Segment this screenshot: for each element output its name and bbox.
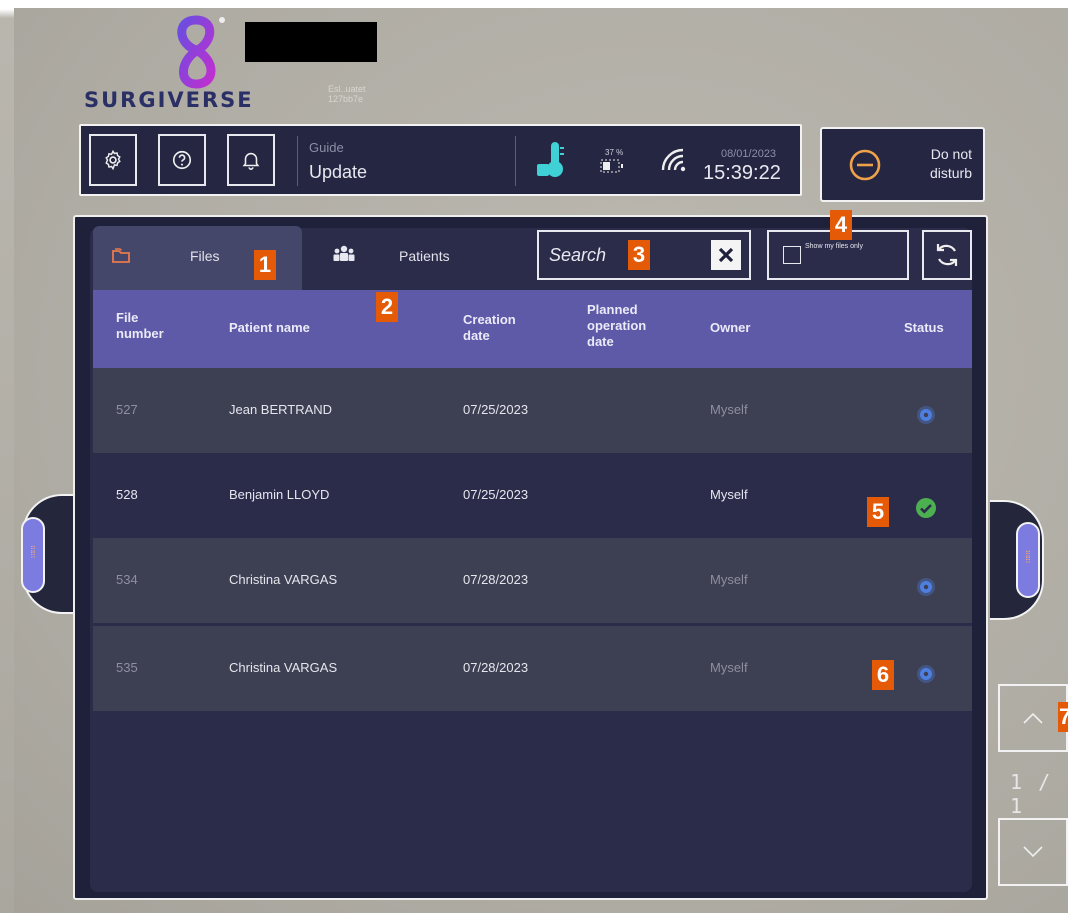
- cell-owner: Myself: [710, 487, 748, 502]
- group-icon: [333, 245, 355, 261]
- battery-percent: 37 %: [605, 148, 624, 157]
- guide-value: Update: [309, 162, 368, 182]
- cell-creation-date: 07/28/2023: [463, 572, 529, 587]
- in-progress-gear-icon: [917, 665, 935, 683]
- surgiverse-logo-icon: [177, 15, 225, 89]
- redacted-block: [245, 22, 377, 62]
- right-drag-handle[interactable]: ⠿ ⠿: [1016, 522, 1040, 598]
- guide-label: Guide: [309, 140, 344, 155]
- table-row[interactable]: 534 Christina VARGAS 07/28/2023 Myself: [93, 538, 972, 623]
- close-icon: [718, 247, 734, 263]
- wifi-signal-icon: [661, 148, 686, 172]
- brand-subtext: Esl..uatet 127bb7e: [328, 84, 366, 104]
- in-progress-gear-icon: [917, 406, 935, 424]
- in-progress-gear-icon: [917, 578, 935, 596]
- cell-owner: Myself: [710, 660, 748, 675]
- brand-name: SURGIVERSE: [84, 88, 254, 112]
- header-patient-name[interactable]: Patient name: [229, 320, 310, 336]
- cell-file-number: 535: [116, 660, 138, 675]
- header-creation-date[interactable]: Creation date: [463, 312, 538, 344]
- tab-patients[interactable]: Patients: [302, 226, 502, 286]
- clock-display: 15:39:22: [703, 162, 781, 184]
- thermometer-icon: [537, 142, 564, 177]
- folder-icon: [112, 248, 130, 263]
- cell-file-number: 528: [116, 487, 138, 502]
- header-planned-operation-date[interactable]: Planned operation date: [587, 302, 665, 350]
- page-indicator: 1 / 1: [1010, 770, 1053, 818]
- divider: [515, 136, 516, 186]
- cell-patient-name: Benjamin LLOYD: [229, 487, 330, 502]
- header-owner[interactable]: Owner: [710, 320, 750, 336]
- cell-creation-date: 07/25/2023: [463, 402, 529, 417]
- cell-creation-date: 07/25/2023: [463, 487, 529, 502]
- tab-files-label: Files: [190, 248, 220, 264]
- cell-owner: Myself: [710, 402, 748, 417]
- table-row[interactable]: 535 Christina VARGAS 07/28/2023 Myself: [93, 626, 972, 711]
- annotation-badge: 3: [628, 240, 650, 270]
- cell-patient-name: Jean BERTRAND: [229, 402, 333, 417]
- battery-icon: [600, 159, 623, 173]
- cell-patient-name: Christina VARGAS: [229, 572, 338, 587]
- grip-icon: ⠿ ⠿: [30, 545, 36, 560]
- chevron-down-icon: [1023, 846, 1043, 858]
- cell-file-number: 527: [116, 402, 138, 417]
- header-status[interactable]: Status: [904, 320, 944, 336]
- clear-search-button[interactable]: [711, 240, 741, 270]
- do-not-disturb-label: Do not disturb: [929, 146, 972, 181]
- cell-creation-date: 07/28/2023: [463, 660, 529, 675]
- left-drag-handle[interactable]: ⠿ ⠿: [21, 517, 45, 593]
- settings-button[interactable]: [89, 134, 137, 186]
- refresh-button[interactable]: [922, 230, 972, 280]
- refresh-icon: [936, 244, 958, 266]
- divider: [297, 136, 298, 186]
- table-row[interactable]: 527 Jean BERTRAND 07/25/2023 Myself: [93, 368, 972, 453]
- do-not-disturb-button[interactable]: Do not disturb: [820, 127, 985, 202]
- tab-patients-label: Patients: [399, 248, 450, 264]
- header-file-number[interactable]: File number: [116, 310, 176, 342]
- annotation-badge: 2: [376, 292, 398, 322]
- grip-icon: ⠿ ⠿: [1025, 550, 1031, 565]
- search-input[interactable]: [547, 244, 701, 267]
- show-my-files-checkbox[interactable]: [783, 246, 801, 264]
- table-header: File number Patient name Creation date P…: [93, 290, 972, 368]
- cell-owner: Myself: [710, 572, 748, 587]
- page-down-button[interactable]: [998, 818, 1068, 886]
- help-icon: [172, 150, 192, 170]
- gear-icon: [105, 149, 121, 171]
- completed-check-icon: [916, 498, 936, 518]
- annotation-badge: 5: [867, 497, 889, 527]
- notifications-button[interactable]: [227, 134, 275, 186]
- annotation-badge: 6: [872, 660, 894, 690]
- chevron-up-icon: [1023, 712, 1043, 724]
- date-display: 08/01/2023: [721, 148, 777, 160]
- annotation-badge: 1: [254, 250, 276, 280]
- do-not-disturb-icon: [849, 149, 881, 181]
- show-my-files-label: Show my files only: [805, 243, 863, 250]
- help-button[interactable]: [158, 134, 206, 186]
- bell-icon: [242, 152, 260, 170]
- top-toolbar: Guide Update 37 % 08/01/2023 15:39:22: [79, 124, 802, 196]
- annotation-badge: 4: [830, 210, 852, 240]
- annotation-badge: 7: [1058, 702, 1068, 732]
- table-row[interactable]: 528 Benjamin LLOYD 07/25/2023 Myself: [93, 453, 972, 538]
- cell-patient-name: Christina VARGAS: [229, 660, 338, 675]
- cell-file-number: 534: [116, 572, 138, 587]
